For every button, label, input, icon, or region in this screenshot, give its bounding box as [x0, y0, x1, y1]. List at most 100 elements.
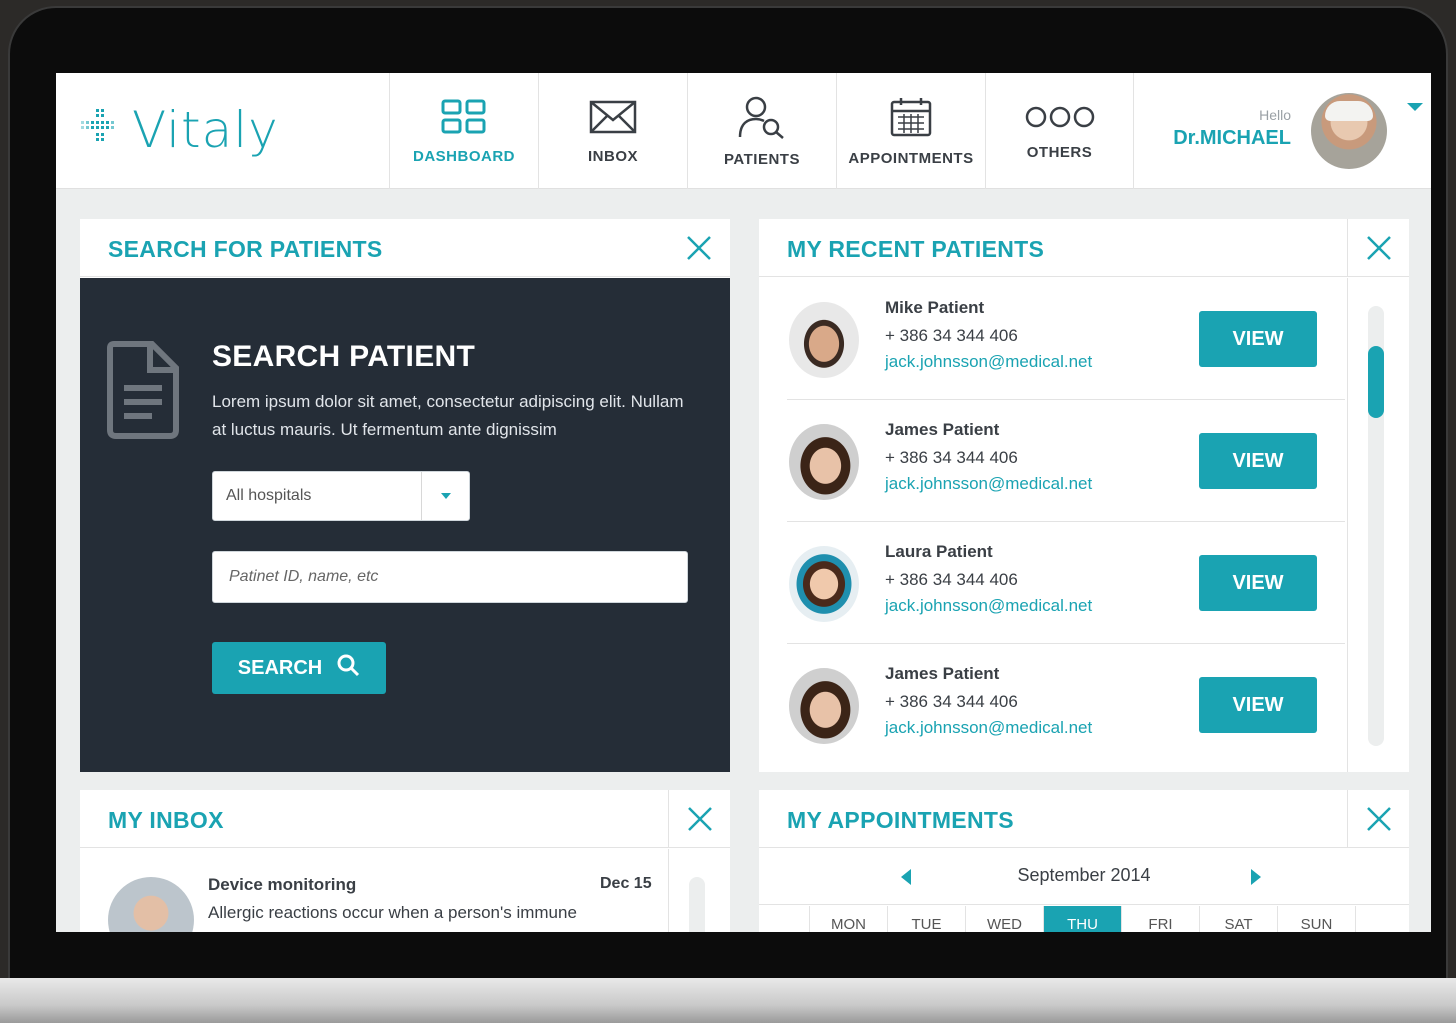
recent-patients-panel: MY RECENT PATIENTS Mike Patient + 386 34…: [759, 219, 1409, 772]
panel-header: MY APPOINTMENTS: [759, 790, 1409, 848]
weekday-mon[interactable]: MON: [810, 906, 888, 932]
patient-name: James Patient: [885, 420, 1000, 439]
appointments-panel: MY APPOINTMENTS September 2014 MON TUE W…: [759, 790, 1409, 932]
user-search-icon: [738, 95, 786, 139]
nav-label: OTHERS: [1026, 143, 1093, 161]
avatar: [789, 546, 859, 622]
search-icon: [336, 653, 360, 683]
avatar: [789, 424, 859, 500]
patient-phone: + 386 34 344 406: [885, 692, 1018, 711]
patient-email[interactable]: jack.johnsson@medical.net: [885, 718, 1092, 738]
calendar-month: September 2014: [1017, 865, 1151, 885]
cross-logo-icon: [80, 107, 122, 154]
calendar-header: September 2014: [759, 849, 1409, 905]
message-item[interactable]: Device monitoring Dec 15 Allergic reacti…: [80, 849, 667, 932]
weekday-fri[interactable]: FRI: [1122, 906, 1200, 932]
nav-label: DASHBOARD: [413, 147, 515, 165]
panel-title: MY RECENT PATIENTS: [787, 236, 1045, 262]
patient-phone: + 386 34 344 406: [885, 326, 1018, 345]
chevron-down-icon[interactable]: [421, 472, 469, 520]
nav-inbox[interactable]: INBOX: [538, 73, 687, 189]
close-icon[interactable]: [1347, 790, 1409, 848]
panel-title: MY INBOX: [108, 807, 224, 833]
user-menu[interactable]: Hello Dr.MICHAEL: [1137, 73, 1431, 189]
patient-email[interactable]: jack.johnsson@medical.net: [885, 474, 1092, 494]
hospital-select[interactable]: All hospitals: [212, 471, 470, 521]
list-item: Laura Patient + 386 34 344 406 jack.john…: [787, 522, 1345, 644]
panel-header: MY INBOX: [80, 790, 730, 848]
greeting: Hello: [1259, 107, 1291, 123]
nav-others[interactable]: OTHERS: [985, 73, 1134, 189]
nav-patients[interactable]: PATIENTS: [687, 73, 836, 189]
scrollbar-thumb[interactable]: [1368, 346, 1384, 418]
main-nav: DASHBOARD INBOX PATIENTS APPOINTMENTS OT…: [389, 73, 1134, 189]
patient-name: Mike Patient: [885, 298, 985, 317]
inbox-panel: MY INBOX Device monitoring Dec 15 Allerg…: [80, 790, 730, 932]
weekday-sun[interactable]: SUN: [1278, 906, 1356, 932]
logo-text: Vitaly: [132, 101, 279, 159]
message-date: Dec 15: [600, 875, 652, 892]
avatar: [789, 668, 859, 744]
calendar-icon: [889, 96, 933, 138]
nav-appointments[interactable]: APPOINTMENTS: [836, 73, 985, 189]
patient-search-input[interactable]: [212, 551, 688, 603]
search-button[interactable]: SEARCH: [212, 642, 386, 694]
scrollbar[interactable]: [668, 849, 730, 932]
patient-email[interactable]: jack.johnsson@medical.net: [885, 596, 1092, 616]
more-dots-icon: [1024, 102, 1096, 132]
message-subject: Device monitoring: [208, 875, 357, 894]
nav-label: INBOX: [587, 147, 638, 165]
hospital-select-value: All hospitals: [226, 487, 312, 504]
list-item: Mike Patient + 386 34 344 406 jack.johns…: [787, 278, 1345, 400]
weekday-thu[interactable]: THU: [1044, 906, 1122, 932]
list-item: James Patient + 386 34 344 406 jack.john…: [787, 644, 1345, 766]
weekday-tue[interactable]: TUE: [888, 906, 966, 932]
search-description: Lorem ipsum dolor sit amet, consectetur …: [212, 392, 684, 439]
patient-name: James Patient: [885, 664, 1000, 683]
panel-header: SEARCH FOR PATIENTS: [80, 219, 730, 277]
patient-phone: + 386 34 344 406: [885, 448, 1018, 467]
nav-label: PATIENTS: [724, 150, 800, 168]
search-button-label: SEARCH: [237, 656, 323, 679]
app-screen: Vitaly DASHBOARD INBOX PATIENTS APPOINTM…: [56, 73, 1431, 932]
patient-phone: + 386 34 344 406: [885, 570, 1018, 589]
patient-list: Mike Patient + 386 34 344 406 jack.johns…: [759, 278, 1346, 772]
close-icon[interactable]: [668, 790, 730, 848]
patient-name: Laura Patient: [885, 542, 993, 561]
weekday-sat[interactable]: SAT: [1200, 906, 1278, 932]
user-name: Dr.MICHAEL: [1173, 127, 1291, 149]
view-patient-button[interactable]: VIEW: [1199, 311, 1317, 367]
envelope-icon: [588, 98, 638, 136]
calendar-weekdays: MON TUE WED THU FRI SAT SUN: [759, 906, 1409, 932]
chevron-down-icon[interactable]: [1407, 103, 1423, 111]
search-patients-panel: SEARCH FOR PATIENTS SEARCH PATIENT Lorem…: [80, 219, 730, 772]
message-preview: Allergic reactions occur when a person's…: [208, 903, 577, 922]
close-icon[interactable]: [668, 219, 730, 277]
close-icon[interactable]: [1347, 219, 1409, 277]
chevron-right-icon[interactable]: [1251, 869, 1261, 885]
nav-dashboard[interactable]: DASHBOARD: [389, 73, 538, 189]
scrollbar-track[interactable]: [689, 877, 705, 932]
calendar-spacer: [759, 906, 810, 932]
logo[interactable]: Vitaly: [80, 95, 279, 165]
avatar: [789, 302, 859, 378]
list-item: James Patient + 386 34 344 406 jack.john…: [787, 400, 1345, 522]
search-heading: SEARCH PATIENT: [212, 340, 476, 373]
patient-email[interactable]: jack.johnsson@medical.net: [885, 352, 1092, 372]
grid-icon: [440, 98, 488, 136]
weekday-wed[interactable]: WED: [966, 906, 1044, 932]
nav-label: APPOINTMENTS: [848, 149, 974, 167]
view-patient-button[interactable]: VIEW: [1199, 677, 1317, 733]
view-patient-button[interactable]: VIEW: [1199, 555, 1317, 611]
avatar: [108, 877, 194, 932]
avatar[interactable]: [1311, 93, 1387, 169]
document-icon: [104, 340, 180, 445]
top-bar: Vitaly DASHBOARD INBOX PATIENTS APPOINTM…: [56, 73, 1431, 189]
panel-title: MY APPOINTMENTS: [787, 807, 1014, 833]
scrollbar[interactable]: [1347, 278, 1409, 772]
search-form: SEARCH PATIENT Lorem ipsum dolor sit ame…: [80, 278, 730, 772]
panel-header: MY RECENT PATIENTS: [759, 219, 1409, 277]
view-patient-button[interactable]: VIEW: [1199, 433, 1317, 489]
panel-title: SEARCH FOR PATIENTS: [108, 236, 383, 262]
laptop-base: [0, 978, 1456, 1023]
